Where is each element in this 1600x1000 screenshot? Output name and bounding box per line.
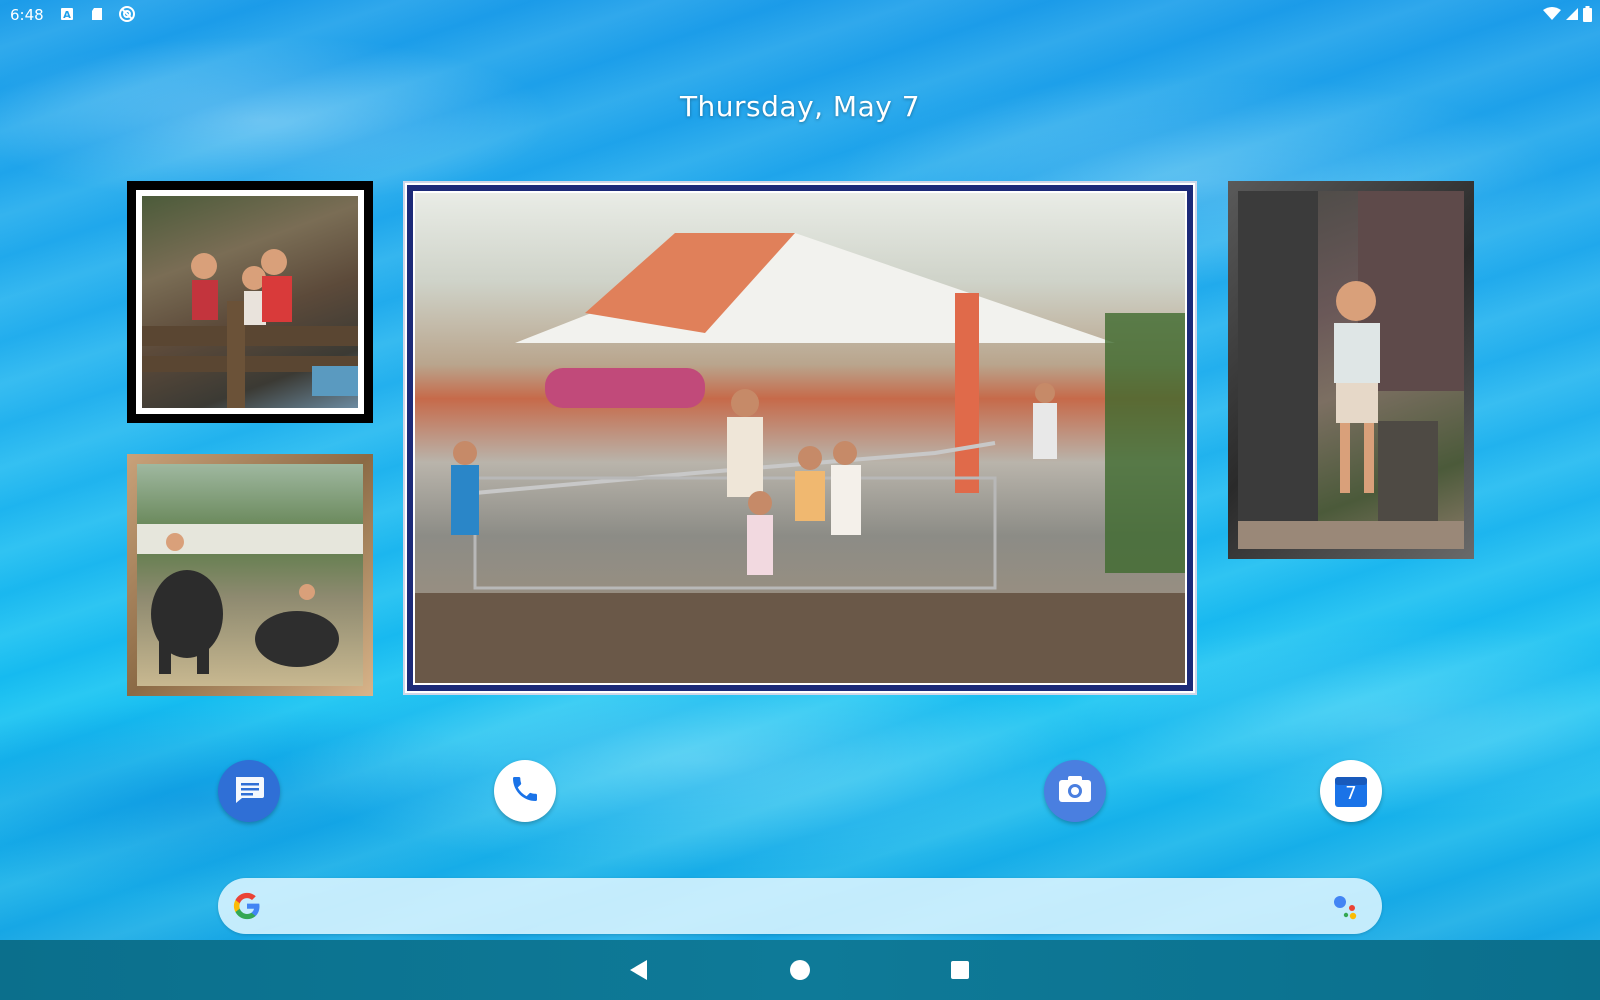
messages-app-icon[interactable] [218,760,280,822]
photo-widget-bottom-left[interactable] [127,454,373,696]
photo-widget-top-left[interactable] [127,181,373,423]
home-icon [790,960,810,980]
date-widget[interactable]: Thursday, May 7 [0,90,1600,123]
recents-icon [951,961,969,979]
google-g-icon [232,891,262,926]
navigation-bar [0,940,1600,1000]
cell-signal-icon [1565,7,1579,26]
photo-widget-center[interactable] [403,181,1197,695]
home-screen: 6:48 A Thursday, May 7 7 [0,0,1600,1000]
phone-icon [509,773,541,810]
status-time: 6:48 [10,6,44,24]
messages-icon [232,774,266,809]
home-button[interactable] [787,957,813,983]
wifi-icon [1543,7,1561,26]
battery-icon [1583,6,1592,27]
status-bar: 6:48 A [0,0,1600,30]
google-search-bar[interactable] [218,878,1382,934]
text-a-icon: A [60,7,74,21]
calendar-app-icon[interactable]: 7 [1320,760,1382,822]
back-icon [630,960,647,980]
svg-text:A: A [63,10,71,21]
sync-icon [118,5,136,23]
calendar-day-number: 7 [1345,783,1357,804]
photo-children-at-zoo [142,196,358,408]
google-assistant-icon[interactable] [1332,894,1360,925]
photo-family-at-fairground [415,193,1185,683]
camera-app-icon[interactable] [1044,760,1106,822]
photo-elephant-statues [137,464,363,686]
photo-child-by-rock [1238,191,1464,549]
phone-app-icon[interactable] [494,760,556,822]
calendar-icon: 7 [1333,773,1369,809]
status-right-icons [1543,6,1592,27]
camera-icon [1057,774,1093,809]
sd-card-icon [90,7,104,21]
recents-button[interactable] [947,957,973,983]
photo-widget-right[interactable] [1228,181,1474,559]
back-button[interactable] [626,957,652,983]
